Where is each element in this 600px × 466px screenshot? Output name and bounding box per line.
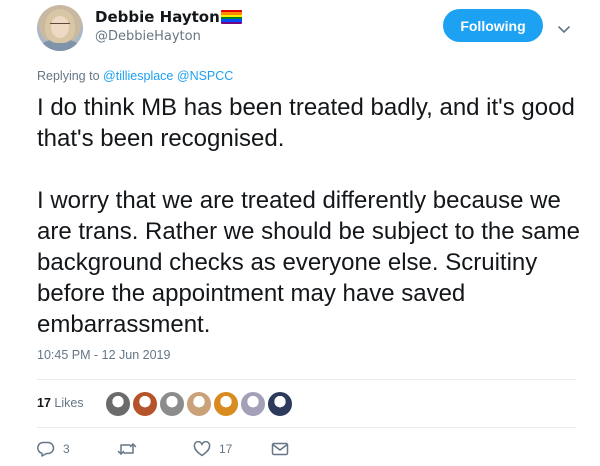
heart-icon [193,441,211,457]
tweet-text: I do think MB has been treated badly, an… [37,92,587,340]
author-avatar[interactable] [37,5,83,51]
liker-avatar[interactable] [105,391,131,417]
author-handle[interactable]: @DebbieHayton [95,29,201,44]
liker-avatar[interactable] [213,391,239,417]
liker-avatar[interactable] [186,391,212,417]
likes-stat[interactable]: 17 Likes [37,396,84,410]
tweet-paragraph: I do think MB has been treated badly, an… [37,94,575,152]
author-display-name[interactable]: Debbie Hayton [95,8,220,26]
divider [37,427,576,428]
liker-avatar[interactable] [267,391,293,417]
reply-context: Replying to @tilliesplace @NSPCC [37,69,233,83]
like-button[interactable]: 17 [193,440,232,458]
liker-avatar[interactable] [159,391,185,417]
retweet-icon [117,441,137,457]
mention-link[interactable]: @NSPCC [177,69,233,83]
flag-stripe [221,21,242,24]
rainbow-flag-icon [221,10,242,24]
reply-count: 3 [63,442,70,456]
likes-label: Likes [54,396,84,410]
liker-avatar[interactable] [132,391,158,417]
mention-link[interactable]: @tilliesplace [103,69,173,83]
chevron-down-icon[interactable] [558,20,570,33]
retweet-button[interactable] [117,440,145,458]
liker-avatars [105,391,294,417]
reply-prefix: Replying to [37,69,100,83]
envelope-icon [271,441,289,457]
liker-avatar[interactable] [240,391,266,417]
divider [37,379,576,380]
tweet-card: Debbie Hayton @DebbieHayton Following Re… [0,0,600,466]
like-count: 17 [219,442,233,456]
following-button[interactable]: Following [443,9,543,42]
likes-count: 17 [37,396,51,410]
reply-icon [37,441,55,457]
tweet-timestamp[interactable]: 10:45 PM - 12 Jun 2019 [37,348,170,362]
direct-message-button[interactable] [271,440,289,458]
tweet-paragraph: I worry that we are treated differently … [37,187,580,338]
reply-button[interactable]: 3 [37,440,70,458]
tweet-actions: 3 17 [37,440,317,460]
